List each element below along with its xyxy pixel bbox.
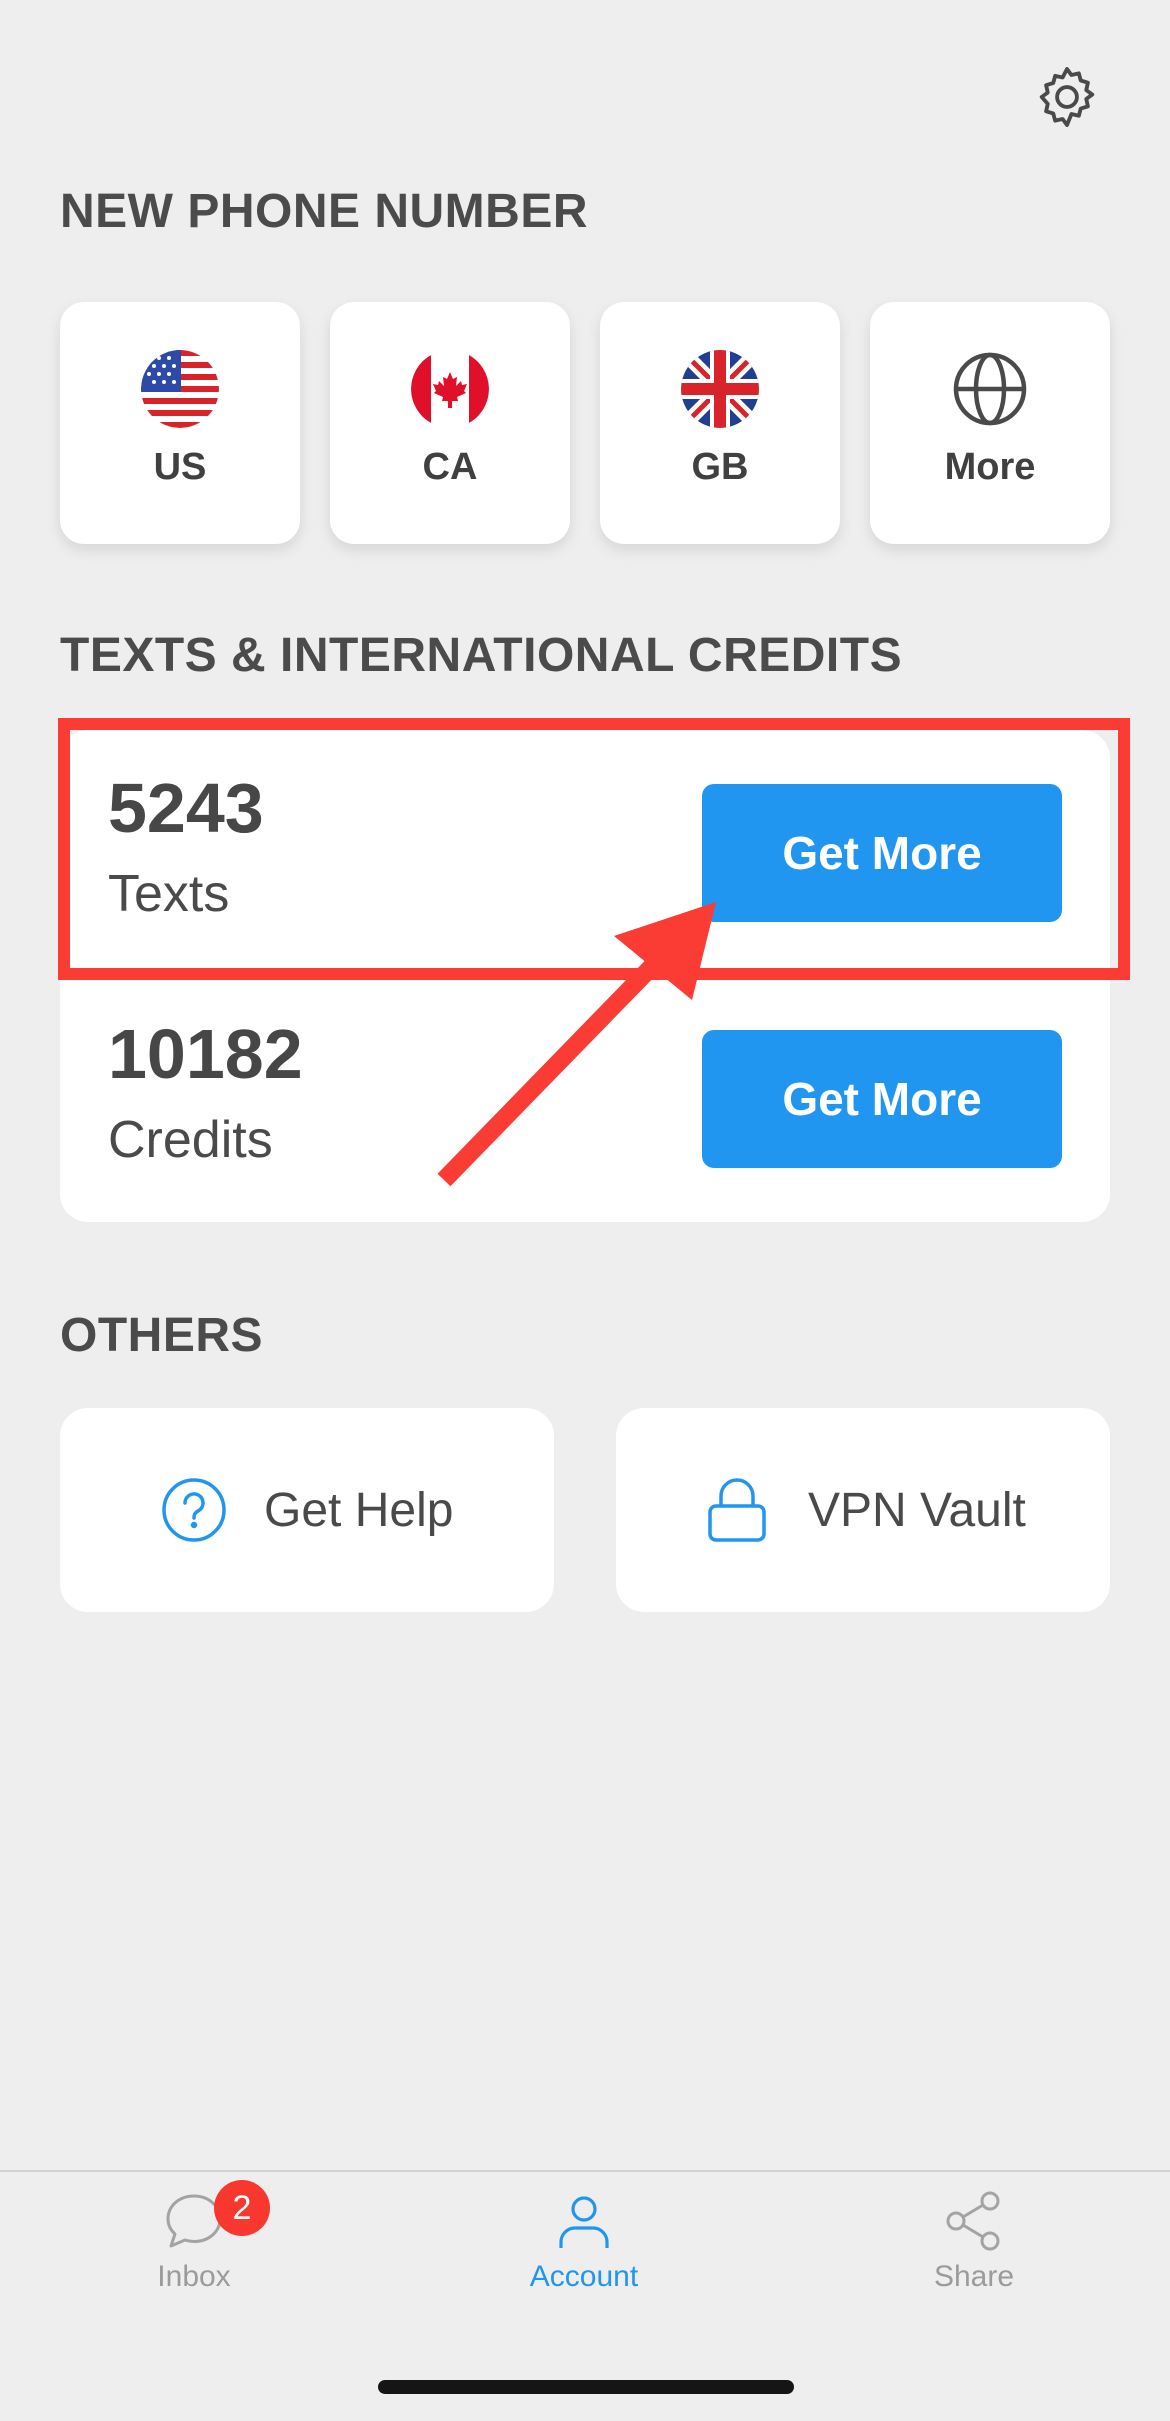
tab-share[interactable]: Share xyxy=(824,2190,1124,2340)
vpn-vault-card[interactable]: VPN Vault xyxy=(616,1408,1110,1612)
tab-inbox[interactable]: Inbox xyxy=(44,2190,344,2340)
lock-icon xyxy=(708,1478,766,1542)
person-icon xyxy=(559,2196,609,2248)
share-icon xyxy=(946,2191,1000,2251)
account-label: Account xyxy=(529,2260,639,2293)
home-indicator xyxy=(378,2380,794,2394)
vpn-vault-label: VPN Vault xyxy=(808,1483,1026,1537)
inbox-badge: 2 xyxy=(214,2180,270,2236)
share-label: Share xyxy=(933,2260,1015,2293)
others-title: OTHERS xyxy=(60,1309,264,1362)
inbox-label: Inbox xyxy=(157,2260,231,2293)
tab-account[interactable]: Account xyxy=(434,2190,734,2340)
get-help-card[interactable]: Get Help xyxy=(60,1408,554,1612)
get-help-label: Get Help xyxy=(264,1483,454,1537)
help-icon xyxy=(162,1478,226,1542)
annotation-arrow xyxy=(437,902,716,1187)
